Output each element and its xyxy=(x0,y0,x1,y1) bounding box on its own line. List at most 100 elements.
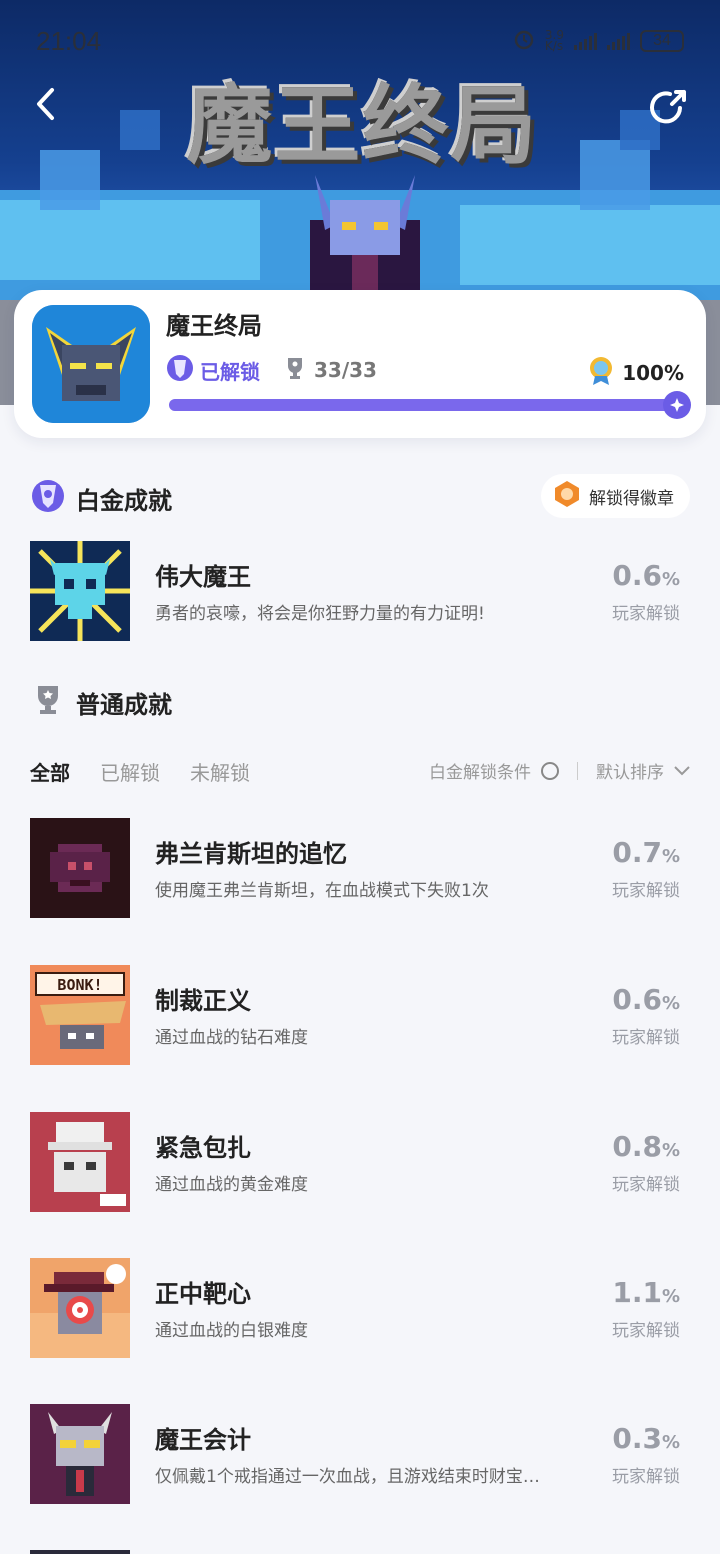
achievement-rate-label: 玩家解锁 xyxy=(612,881,680,901)
achievement-rate-label: 玩家解锁 xyxy=(612,1321,680,1341)
signal-icon xyxy=(607,32,630,50)
trophy-count: 33/33 xyxy=(314,358,377,382)
achievement-item[interactable]: 魔王会计 仅佩戴1个戒指通过一次血战，且游戏结束时财宝… 0.3% 玩家解锁 xyxy=(30,1404,690,1504)
trophy-icon xyxy=(30,682,66,722)
achievement-name: 制裁正义 xyxy=(155,987,251,1015)
trophy-icon xyxy=(284,356,306,384)
achievement-image xyxy=(30,818,130,918)
platinum-section-title: 白金成就 xyxy=(76,486,172,515)
achievement-rate-unit: % xyxy=(661,1432,680,1453)
filter-divider xyxy=(577,761,578,780)
achievement-filter-bar: 全部 已解锁 未解锁 白金解锁条件 默认排序 xyxy=(30,756,690,786)
platinum-medal-icon xyxy=(166,354,194,386)
achievement-item-platinum[interactable]: 伟大魔王 勇者的哀嚎，将会是你狂野力量的有力证明! 0.6% 玩家解锁 xyxy=(30,541,690,641)
achievement-image xyxy=(30,541,130,641)
achievement-rate-value: 0.6 xyxy=(612,559,662,592)
unlock-badge-label: 解锁得徽章 xyxy=(589,488,674,509)
achievement-rate-value: 0.7 xyxy=(612,836,662,869)
achievement-rate: 0.3% xyxy=(612,1422,680,1455)
net-speed-unit: K/s xyxy=(544,39,564,53)
unlock-badge-button[interactable]: 解锁得徽章 xyxy=(541,474,690,518)
achievement-rate-unit: % xyxy=(661,846,680,867)
achievement-image xyxy=(30,1112,130,1212)
achievement-rate-label: 玩家解锁 xyxy=(612,1028,680,1048)
progress-star-icon xyxy=(663,391,691,419)
share-button[interactable] xyxy=(646,82,694,130)
sort-dropdown[interactable]: 默认排序 xyxy=(596,758,664,783)
status-bar: 21:04 3.9 K/s 34 xyxy=(0,0,720,80)
chevron-left-icon xyxy=(37,88,54,120)
achievement-item[interactable]: 紧急包扎 通过血战的黄金难度 0.8% 玩家解锁 xyxy=(30,1112,690,1212)
banner-cloud xyxy=(580,140,650,210)
tab-locked[interactable]: 未解锁 xyxy=(190,757,250,786)
completion-wrap: 100% xyxy=(588,356,684,390)
medal-icon xyxy=(588,356,614,390)
achievement-rate-unit: % xyxy=(661,1140,680,1161)
banner-demon-illustration xyxy=(290,170,440,310)
completion-percent: 100% xyxy=(622,361,684,385)
banner-cloud xyxy=(120,110,160,150)
achievement-rate-label: 玩家解锁 xyxy=(612,604,680,624)
banner-cloud xyxy=(460,205,720,285)
alarm-icon xyxy=(513,28,535,54)
back-button[interactable] xyxy=(26,82,70,126)
achievement-rate-value: 0.3 xyxy=(612,1422,662,1455)
chevron-down-icon xyxy=(674,761,690,781)
normal-section-title: 普通成就 xyxy=(76,690,172,719)
game-summary-card: 魔王终局 已解锁 33/33 100% xyxy=(14,290,706,438)
achievement-rate-value: 0.8 xyxy=(612,1130,662,1163)
achievement-rate-value: 1.1 xyxy=(612,1276,662,1309)
tab-unlocked[interactable]: 已解锁 xyxy=(100,757,160,786)
achievement-image-partial xyxy=(30,1550,130,1554)
banner-cloud xyxy=(40,150,100,210)
achievement-name: 伟大魔王 xyxy=(155,563,251,591)
achievement-desc: 使用魔王弗兰肯斯坦，在血战模式下失败1次 xyxy=(155,881,489,901)
achievement-desc: 通过血战的钻石难度 xyxy=(155,1028,308,1048)
achievement-rate: 0.6% xyxy=(612,983,680,1016)
achievement-rate: 1.1% xyxy=(612,1276,680,1309)
achievement-rate-label: 玩家解锁 xyxy=(612,1175,680,1195)
unlock-status-row: 已解锁 33/33 xyxy=(166,354,377,386)
tab-all[interactable]: 全部 xyxy=(30,757,70,786)
signal-icon xyxy=(574,32,597,50)
achievement-rate-label: 玩家解锁 xyxy=(612,1467,680,1487)
platinum-condition-radio[interactable] xyxy=(541,761,559,780)
achievement-rate: 0.6% xyxy=(612,559,680,592)
bonk-text: BONK! xyxy=(57,976,102,994)
achievement-image xyxy=(30,1404,130,1504)
unlock-label: 已解锁 xyxy=(200,359,260,384)
completion-progress-bar xyxy=(169,391,691,419)
achievement-name: 弗兰肯斯坦的追忆 xyxy=(155,840,347,868)
achievement-desc: 通过血战的白银难度 xyxy=(155,1321,308,1341)
achievement-item[interactable]: 弗兰肯斯坦的追忆 使用魔王弗兰肯斯坦，在血战模式下失败1次 0.7% 玩家解锁 xyxy=(30,818,690,918)
achievement-rate-unit: % xyxy=(661,569,680,590)
achievement-desc: 仅佩戴1个戒指通过一次血战，且游戏结束时财宝… xyxy=(155,1467,540,1487)
achievement-name: 魔王会计 xyxy=(155,1426,251,1454)
filter-right-controls: 白金解锁条件 默认排序 xyxy=(429,758,690,783)
achievement-rate-value: 0.6 xyxy=(612,983,662,1016)
share-icon xyxy=(650,90,686,124)
badge-icon xyxy=(553,480,581,513)
achievement-image: BONK! xyxy=(30,965,130,1065)
achievement-rate-unit: % xyxy=(661,1286,680,1307)
normal-section-header: 普通成就 xyxy=(30,682,172,722)
progress-fill xyxy=(169,399,677,411)
net-speed: 3.9 K/s xyxy=(544,29,564,53)
game-app-icon[interactable] xyxy=(32,305,150,423)
game-title: 魔王终局 xyxy=(166,312,262,340)
status-icons: 3.9 K/s 34 xyxy=(513,28,684,54)
achievement-desc: 勇者的哀嚎，将会是你狂野力量的有力证明! xyxy=(155,604,485,624)
banner-cloud xyxy=(0,200,260,280)
platinum-section-header: 白金成就 xyxy=(30,478,172,518)
platinum-medal-icon xyxy=(30,478,66,518)
status-time: 21:04 xyxy=(36,26,102,56)
achievement-rate: 0.8% xyxy=(612,1130,680,1163)
achievement-item[interactable]: 正中靶心 通过血战的白银难度 1.1% 玩家解锁 xyxy=(30,1258,690,1358)
achievement-item[interactable]: BONK! 制裁正义 通过血战的钻石难度 0.6% 玩家解锁 xyxy=(30,965,690,1065)
achievement-rate: 0.7% xyxy=(612,836,680,869)
achievement-name: 紧急包扎 xyxy=(155,1134,251,1162)
achievement-image xyxy=(30,1258,130,1358)
achievement-desc: 通过血战的黄金难度 xyxy=(155,1175,308,1195)
battery-icon: 34 xyxy=(640,30,684,52)
achievement-name: 正中靶心 xyxy=(155,1280,251,1308)
